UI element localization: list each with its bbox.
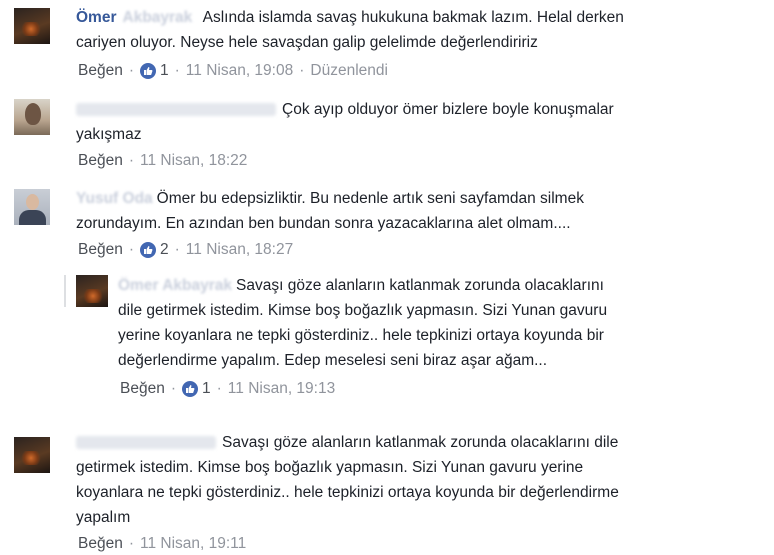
comment-actions: Beğen · 1 · 11 Nisan, 19:13 <box>120 380 335 398</box>
separator: · <box>128 241 134 258</box>
separator: · <box>170 380 176 397</box>
separator: · <box>174 241 180 258</box>
author-name-faded[interactable]: Akbayrak <box>123 9 193 26</box>
comment-text-line: zorundayım. En azından ben bundan sonra … <box>76 215 571 232</box>
comment-text-line: Aslında islamda savaş hukukuna bakmak la… <box>202 9 624 26</box>
comment-text-line: koyanlara ne tepki gösterdiniz.. hele te… <box>76 484 619 501</box>
comment-text-line: yakışmaz <box>76 126 142 143</box>
comment-actions: Beğen · 2 · 11 Nisan, 18:27 <box>78 241 293 259</box>
reaction-count[interactable]: 2 <box>160 241 169 259</box>
avatar[interactable] <box>14 437 50 473</box>
author-name-redacted[interactable] <box>76 436 216 450</box>
separator: · <box>174 62 180 79</box>
timestamp[interactable]: 11 Nisan, 19:11 <box>140 535 246 553</box>
timestamp[interactable]: 11 Nisan, 19:13 <box>228 380 335 398</box>
comment-text-line: cariyen oluyor. Neyse hele savaşdan gali… <box>76 34 538 51</box>
avatar[interactable] <box>76 275 108 307</box>
separator: · <box>128 62 134 79</box>
thumbs-up-icon[interactable] <box>140 63 156 79</box>
edited-label[interactable]: Düzenlendi <box>310 62 388 80</box>
reaction-count[interactable]: 1 <box>160 62 169 80</box>
separator: · <box>299 62 305 79</box>
comment-text-line: getirmek istedim. Kimse boş boğazlık yap… <box>76 459 584 476</box>
comment-actions: Beğen · 11 Nisan, 18:22 <box>78 152 247 170</box>
comment-actions: Beğen · 1 · 11 Nisan, 19:08 · Düzenlendi <box>78 62 388 80</box>
comment-text-line: Ömer bu edepsizliktir. Bu nedenle artık … <box>156 190 584 207</box>
comment-text-line: yerine koyanlara ne tepki gösterdiniz.. … <box>118 327 604 344</box>
avatar[interactable] <box>14 99 50 135</box>
reply-thread-line <box>64 275 66 307</box>
like-button[interactable]: Beğen <box>78 62 123 80</box>
comment-text: Ömer Akbayrak Aslında islamda savaş hukuk… <box>76 5 766 55</box>
comment-text-line: Savaşı göze alanların katlanmak zorunda … <box>222 434 619 451</box>
separator: · <box>216 380 222 397</box>
separator: · <box>128 535 134 552</box>
comment-text: Yusuf Oda Ömer bu edepsizliktir. Bu neden… <box>76 186 766 236</box>
comment-text: Savaşı göze alanların katlanmak zorunda … <box>76 430 771 530</box>
thumbs-up-icon[interactable] <box>182 381 198 397</box>
author-name-redacted[interactable] <box>76 103 276 117</box>
separator: · <box>128 152 134 169</box>
author-name[interactable]: Ömer <box>76 9 117 26</box>
thumbs-up-icon[interactable] <box>140 242 156 258</box>
timestamp[interactable]: 11 Nisan, 18:22 <box>140 152 247 170</box>
author-name-faded[interactable]: Yusuf Oda <box>76 190 153 207</box>
comment-actions: Beğen · 11 Nisan, 19:11 <box>78 535 246 553</box>
reaction-count[interactable]: 1 <box>202 380 211 398</box>
comment-text-line: dile getirmek istedim. Kimse boş boğazlı… <box>118 302 608 319</box>
comment-text-line: Savaşı göze alanların katlanmak zorunda … <box>236 277 604 294</box>
timestamp[interactable]: 11 Nisan, 19:08 <box>186 62 293 80</box>
like-button[interactable]: Beğen <box>78 241 123 259</box>
like-button[interactable]: Beğen <box>78 152 123 170</box>
comment-text: Çok ayıp olduyor ömer bizlere boyle konu… <box>76 97 766 147</box>
avatar[interactable] <box>14 189 50 225</box>
like-button[interactable]: Beğen <box>120 380 165 398</box>
author-name-faded[interactable]: Ömer Akbayrak <box>118 277 232 294</box>
like-button[interactable]: Beğen <box>78 535 123 553</box>
timestamp[interactable]: 11 Nisan, 18:27 <box>186 241 293 259</box>
comment-text-line: Çok ayıp olduyor ömer bizlere boyle konu… <box>282 101 614 118</box>
comment-text-line: değerlendirme yapalım. Edep meselesi sen… <box>118 352 548 369</box>
avatar[interactable] <box>14 8 50 44</box>
comment-text-line: yapalım <box>76 509 131 526</box>
comment-text: Ömer Akbayrak Savaşı göze alanların katla… <box>118 273 768 373</box>
